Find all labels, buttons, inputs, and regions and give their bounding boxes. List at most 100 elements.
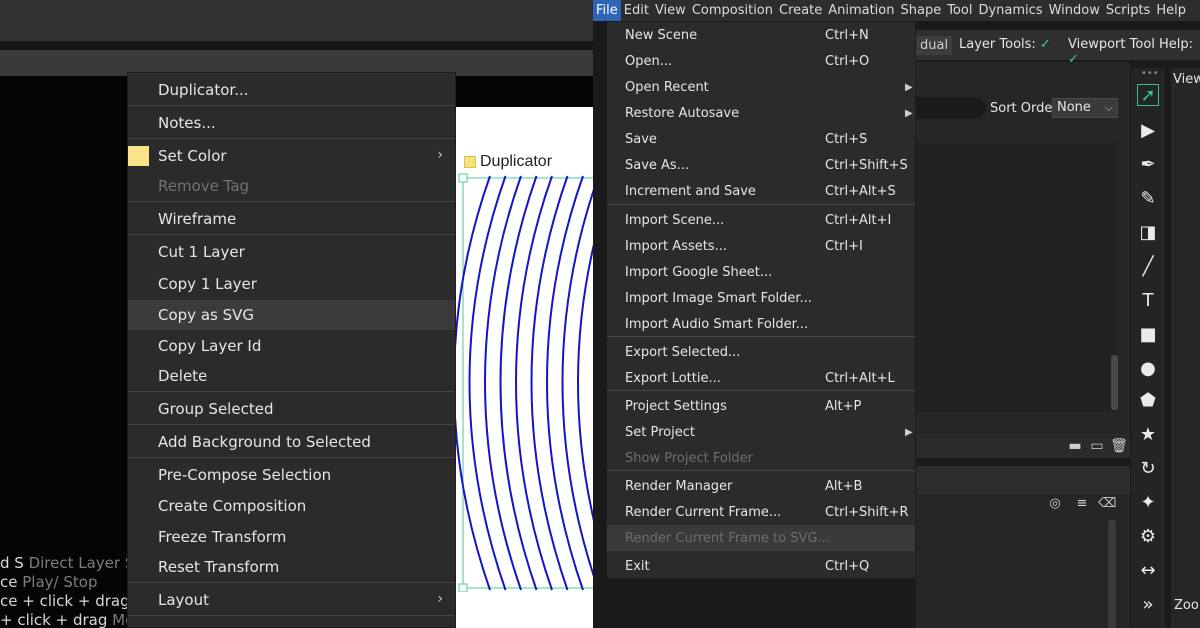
menu-item-shortcut: Ctrl+Q — [825, 558, 870, 574]
direct-select-icon[interactable]: ▶ — [1137, 120, 1159, 142]
menu-item-label: Import Scene... — [625, 212, 725, 228]
search-filter-icon[interactable]: ◎ — [1046, 496, 1064, 512]
menu-item-label: Freeze Transform — [158, 528, 287, 546]
file-menu-item-new-scene[interactable]: New Scene Ctrl+N — [607, 22, 915, 48]
project-search-input[interactable] — [916, 97, 986, 119]
layer-tools-toggle[interactable]: Layer Tools: ✓ — [959, 37, 1051, 52]
file-menu-item-export-selected[interactable]: Export Selected... — [607, 339, 915, 365]
sort-order-select[interactable]: None ⌵ — [1052, 98, 1118, 118]
panel-grip-icon[interactable]: ••• — [1141, 69, 1159, 79]
file-menu-item-restore-autosave[interactable]: Restore Autosave ▶ — [607, 100, 915, 126]
context-menu-item-duplicator[interactable]: Duplicator... — [128, 75, 455, 105]
camera-icon[interactable]: ◨ — [1137, 222, 1159, 244]
project-list[interactable] — [916, 142, 1116, 412]
menu-create[interactable]: Create — [776, 0, 825, 21]
context-menu-item-pre-compose-selection[interactable]: Pre-Compose Selection — [128, 460, 455, 490]
menu-dynamics[interactable]: Dynamics — [975, 0, 1045, 21]
context-menu-item-cut-1-layer[interactable]: Cut 1 Layer — [128, 237, 455, 267]
context-menu-item-group-selected[interactable]: Group Selected — [128, 394, 455, 424]
menu-separator — [128, 424, 455, 425]
context-menu-item-copy-layer-id[interactable]: Copy Layer Id — [128, 331, 455, 361]
file-menu-item-export-lottie[interactable]: Export Lottie... Ctrl+Alt+L — [607, 365, 915, 391]
menu-separator — [128, 582, 455, 583]
context-menu-item-add-background-to-selected[interactable]: Add Background to Selected — [128, 427, 455, 457]
zoom-tab[interactable]: Zoo — [1174, 598, 1199, 613]
file-menu-item-open[interactable]: Open... Ctrl+O — [607, 48, 915, 74]
context-menu-item-wireframe[interactable]: Wireframe — [128, 204, 455, 234]
polygon-icon[interactable]: ⬟ — [1137, 390, 1159, 412]
line-icon[interactable]: ╱ — [1137, 256, 1159, 278]
left-top-divider — [0, 42, 593, 50]
context-menu-item-layout[interactable]: Layout › — [128, 585, 455, 615]
menu-item-shortcut: Alt+B — [825, 478, 863, 494]
sparkle-icon[interactable]: ✦ — [1137, 492, 1159, 514]
pencil-icon[interactable]: ✎ — [1137, 188, 1159, 210]
menu-tool[interactable]: Tool — [944, 0, 975, 21]
menu-item-label: Copy 1 Layer — [158, 275, 257, 293]
tool-options-bar: dual Layer Tools: ✓ Viewport Tool Help: … — [916, 30, 1200, 67]
trash-icon[interactable]: 🗑 — [1110, 438, 1128, 454]
spiral-icon[interactable]: ↻ — [1137, 458, 1159, 480]
menu-animation[interactable]: Animation — [825, 0, 897, 21]
menu-shape[interactable]: Shape — [897, 0, 944, 21]
menu-edit[interactable]: Edit — [621, 0, 652, 21]
ellipse-icon[interactable]: ● — [1137, 358, 1159, 380]
menu-help[interactable]: Help — [1153, 0, 1189, 21]
context-menu-item-copy-as-svg[interactable]: Copy as SVG — [128, 300, 455, 330]
file-menu-item-render-manager[interactable]: Render Manager Alt+B — [607, 473, 915, 499]
menu-separator — [128, 201, 455, 202]
context-menu-item-reset-transform[interactable]: Reset Transform — [128, 552, 455, 582]
transform-handle[interactable] — [458, 173, 468, 183]
view-tab[interactable]: View — [1173, 72, 1200, 87]
folder-icon[interactable]: ▬ — [1066, 438, 1084, 454]
gear-icon[interactable]: ⚙ — [1137, 526, 1159, 548]
menu-scripts[interactable]: Scripts — [1103, 0, 1153, 21]
menu-view[interactable]: View — [652, 0, 689, 21]
transform-handle[interactable] — [458, 583, 468, 592]
add-layer-icon[interactable]: ≡ — [1073, 496, 1091, 512]
menu-separator — [607, 204, 915, 205]
more-icon[interactable]: » — [1137, 594, 1159, 616]
menu-item-shortcut: Ctrl+Alt+L — [825, 370, 895, 386]
star-icon[interactable]: ★ — [1137, 424, 1159, 446]
composition-icon[interactable]: ▭ — [1088, 438, 1106, 454]
menu-item-label: Delete — [158, 367, 208, 385]
file-menu-item-import-audio-smart-folder[interactable]: Import Audio Smart Folder... — [607, 311, 915, 337]
file-menu-item-set-project[interactable]: Set Project ▶ — [607, 419, 915, 445]
file-menu-item-increment-and-save[interactable]: Increment and Save Ctrl+Alt+S — [607, 178, 915, 204]
file-menu-item-exit[interactable]: Exit Ctrl+Q — [607, 553, 915, 579]
menu-item-label: Import Google Sheet... — [625, 264, 773, 280]
file-menu-item-import-google-sheet[interactable]: Import Google Sheet... — [607, 259, 915, 285]
chevron-right-icon: › — [437, 147, 443, 163]
file-menu-item-save[interactable]: Save Ctrl+S — [607, 126, 915, 152]
resize-icon[interactable]: ↔ — [1137, 560, 1159, 582]
file-menu-item-render-current-frame[interactable]: Render Current Frame... Ctrl+Shift+R — [607, 499, 915, 525]
file-menu-item-import-assets[interactable]: Import Assets... Ctrl+I — [607, 233, 915, 259]
menu-file[interactable]: File — [593, 0, 621, 21]
menu-window[interactable]: Window — [1046, 0, 1103, 21]
project-scrollbar[interactable] — [1111, 355, 1118, 410]
file-menu-item-save-as[interactable]: Save As... Ctrl+Shift+S — [607, 152, 915, 178]
rectangle-icon[interactable]: ■ — [1137, 324, 1159, 346]
dual-toggle[interactable]: dual — [916, 36, 953, 55]
context-menu-item-delete[interactable]: Delete — [128, 361, 455, 391]
file-menu-item-import-image-smart-folder[interactable]: Import Image Smart Folder... — [607, 285, 915, 311]
context-menu-item-notes[interactable]: Notes... — [128, 108, 455, 138]
pen-icon[interactable]: ✒ — [1137, 154, 1159, 176]
menu-separator — [128, 105, 455, 106]
context-menu-item-freeze-transform[interactable]: Freeze Transform — [128, 522, 455, 552]
timeline-scrollbar[interactable] — [1108, 520, 1116, 628]
text-icon[interactable]: T — [1137, 290, 1159, 312]
file-menu-item-project-settings[interactable]: Project Settings Alt+P — [607, 393, 915, 419]
context-menu-item-set-color[interactable]: Set Color › — [128, 141, 455, 171]
duplicator-wave-lines[interactable] — [456, 172, 593, 592]
select-icon[interactable]: ➚ — [1137, 84, 1159, 106]
menu-composition[interactable]: Composition — [689, 0, 776, 21]
file-menu-item-import-scene[interactable]: Import Scene... Ctrl+Alt+I — [607, 207, 915, 233]
context-menu-item-copy-1-layer[interactable]: Copy 1 Layer — [128, 269, 455, 299]
selection-bounding-box[interactable] — [462, 177, 593, 589]
menu-item-label: Exit — [625, 558, 650, 574]
context-menu-item-create-composition[interactable]: Create Composition — [128, 491, 455, 521]
file-menu-item-open-recent[interactable]: Open Recent ▶ — [607, 74, 915, 100]
clear-icon[interactable]: ⌫ — [1098, 496, 1116, 512]
